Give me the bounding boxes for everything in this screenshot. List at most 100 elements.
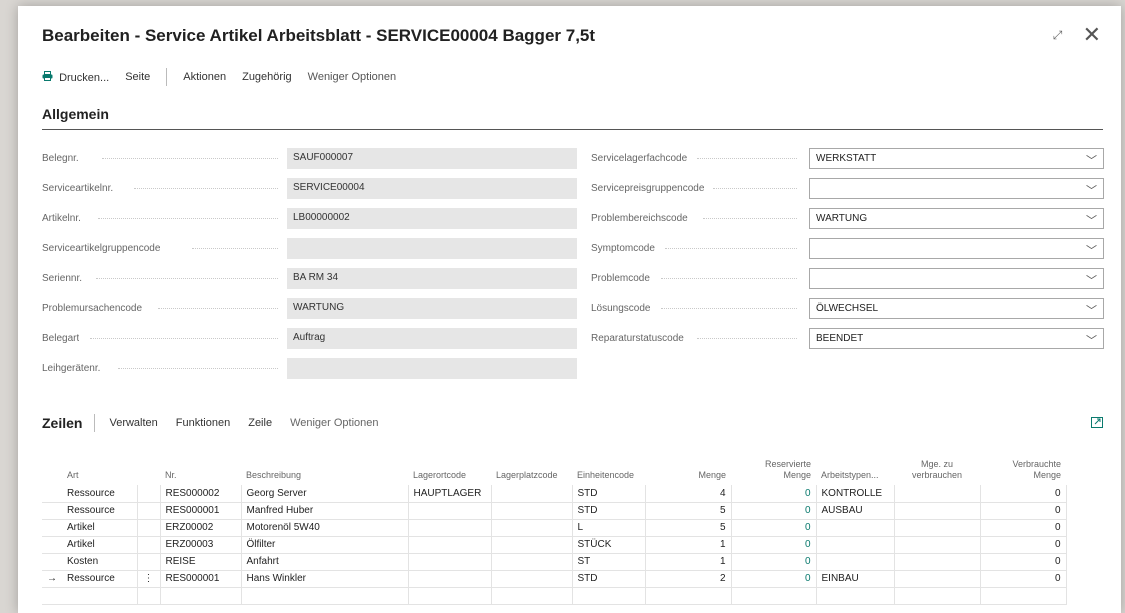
col-header-mge-zu-verbrauchen[interactable]: Mge. zu verbrauchen [894, 457, 980, 485]
cell-lagerortcode[interactable] [408, 536, 492, 554]
cell-verbrauchte-menge[interactable]: 0 [980, 553, 1067, 571]
cell-beschreibung[interactable]: Georg Server [241, 485, 409, 503]
col-header-einheitencode[interactable]: Einheitencode [572, 457, 645, 485]
row-menu-icon[interactable]: ⋮ [137, 570, 161, 588]
cell-verbrauchte-menge[interactable]: 0 [980, 485, 1067, 503]
cell-beschreibung[interactable]: Hans Winkler [241, 570, 409, 588]
col-header-lagerplatzcode[interactable]: Lagerplatzcode [491, 457, 572, 485]
cell-arbeitstyp[interactable] [816, 536, 895, 554]
cell-reservierte-menge[interactable]: 0 [731, 485, 817, 503]
cell-mge-zu-verbrauchen[interactable] [894, 553, 981, 571]
cell-einheitencode[interactable]: STD [572, 502, 646, 520]
cell-mge-zu-verbrauchen[interactable] [894, 485, 981, 503]
cell-verbrauchte-menge[interactable]: 0 [980, 536, 1067, 554]
table-row[interactable]: Artikel ERZ00003 Ölfilter STÜCK 1 0 0 [42, 536, 1067, 554]
cell-menge[interactable]: 5 [645, 502, 732, 520]
cell-arbeitstyp[interactable]: KONTROLLE [816, 485, 895, 503]
cell-menge[interactable]: 2 [645, 570, 732, 588]
cell-einheitencode[interactable]: STÜCK [572, 536, 646, 554]
cell-verbrauchte-menge[interactable]: 0 [980, 519, 1067, 537]
cell-lagerplatzcode[interactable] [491, 570, 573, 588]
loesungscode-dropdown[interactable]: ÖLWECHSEL ﹀ [809, 297, 1104, 319]
cell-menge[interactable]: 4 [645, 485, 732, 503]
servicepreisgruppencode-dropdown[interactable]: ﹀ [809, 177, 1104, 199]
cell-mge-zu-verbrauchen[interactable] [894, 519, 981, 537]
cell-lagerortcode[interactable] [408, 502, 492, 520]
cell-arbeitstyp[interactable] [816, 553, 895, 571]
cell-nr[interactable]: RES000001 [160, 570, 242, 588]
cell-verbrauchte-menge[interactable]: 0 [980, 502, 1067, 520]
cell-arbeitstyp[interactable]: AUSBAU [816, 502, 895, 520]
cell-mge-zu-verbrauchen[interactable] [894, 502, 981, 520]
cell-lagerortcode[interactable] [408, 570, 492, 588]
cell-einheitencode[interactable]: STD [572, 570, 646, 588]
cell-nr[interactable]: ERZ00003 [160, 536, 242, 554]
cell-reservierte-menge[interactable]: 0 [731, 502, 817, 520]
cell-art[interactable]: Ressource [62, 485, 138, 503]
cell-arbeitstyp[interactable]: EINBAU [816, 570, 895, 588]
cell-reservierte-menge[interactable]: 0 [731, 570, 817, 588]
cell-verbrauchte-menge[interactable]: 0 [980, 570, 1067, 588]
print-button[interactable]: Drucken... [42, 70, 109, 84]
table-row[interactable]: Artikel ERZ00002 Motorenöl 5W40 L 5 0 0 [42, 519, 1067, 537]
table-row[interactable]: Ressource RES000001 Manfred Huber STD 5 … [42, 502, 1067, 520]
problemcode-dropdown[interactable]: ﹀ [809, 267, 1104, 289]
lines-menu-weniger-optionen[interactable]: Weniger Optionen [290, 417, 378, 429]
table-row[interactable]: Kosten REISE Anfahrt ST 1 0 0 [42, 553, 1067, 571]
cell-menge[interactable]: 1 [645, 536, 732, 554]
table-row-active[interactable]: → Ressource ⋮ RES000001 Hans Winkler STD… [42, 570, 1067, 588]
cell-beschreibung[interactable]: Ölfilter [241, 536, 409, 554]
cell-einheitencode[interactable]: ST [572, 553, 646, 571]
col-header-lagerortcode[interactable]: Lagerortcode [408, 457, 491, 485]
symptomcode-dropdown[interactable]: ﹀ [809, 237, 1104, 259]
cell-mge-zu-verbrauchen[interactable] [894, 570, 981, 588]
cell-nr[interactable]: RES000001 [160, 502, 242, 520]
cell-nr[interactable]: RES000002 [160, 485, 242, 503]
table-row[interactable]: Ressource RES000002 Georg Server HAUPTLA… [42, 485, 1067, 503]
close-icon[interactable]: ✕ [1083, 24, 1101, 46]
col-header-beschreibung[interactable]: Beschreibung [241, 457, 408, 485]
cell-art[interactable]: Artikel [62, 519, 138, 537]
cell-mge-zu-verbrauchen[interactable] [894, 536, 981, 554]
expand-icon[interactable]: ⤢ [1049, 28, 1067, 43]
col-header-art[interactable]: Art [62, 457, 137, 485]
table-row-empty[interactable] [42, 587, 1067, 605]
cell-art[interactable]: Artikel [62, 536, 138, 554]
cell-art[interactable]: Ressource [62, 502, 138, 520]
menu-aktionen[interactable]: Aktionen [183, 71, 226, 83]
col-header-menge[interactable]: Menge [645, 457, 731, 485]
lines-menu-zeile[interactable]: Zeile [248, 417, 272, 429]
menu-zugehoerig[interactable]: Zugehörig [242, 71, 292, 83]
open-in-new-window-icon[interactable] [1091, 417, 1103, 431]
cell-beschreibung[interactable]: Anfahrt [241, 553, 409, 571]
cell-lagerortcode[interactable] [408, 519, 492, 537]
cell-nr[interactable]: ERZ00002 [160, 519, 242, 537]
cell-lagerplatzcode[interactable] [491, 485, 573, 503]
cell-lagerortcode[interactable] [408, 553, 492, 571]
menu-seite[interactable]: Seite [125, 71, 150, 83]
cell-lagerplatzcode[interactable] [491, 502, 573, 520]
cell-art[interactable]: Kosten [62, 553, 138, 571]
lines-title[interactable]: Zeilen [42, 415, 82, 431]
cell-beschreibung[interactable]: Manfred Huber [241, 502, 409, 520]
problembereichscode-dropdown[interactable]: WARTUNG ﹀ [809, 207, 1104, 229]
cell-reservierte-menge[interactable]: 0 [731, 519, 817, 537]
lines-menu-funktionen[interactable]: Funktionen [176, 417, 230, 429]
cell-beschreibung[interactable]: Motorenöl 5W40 [241, 519, 409, 537]
servicelagerfachcode-dropdown[interactable]: WERKSTATT ﹀ [809, 147, 1104, 169]
col-header-arbeitstypen[interactable]: Arbeitstypen... [816, 457, 894, 485]
lines-menu-verwalten[interactable]: Verwalten [109, 417, 157, 429]
col-header-verbrauchte-menge[interactable]: Verbrauchte Menge [980, 457, 1066, 485]
cell-art[interactable]: Ressource [62, 570, 138, 588]
cell-einheitencode[interactable]: STD [572, 485, 646, 503]
cell-einheitencode[interactable]: L [572, 519, 646, 537]
cell-menge[interactable]: 5 [645, 519, 732, 537]
cell-menge[interactable]: 1 [645, 553, 732, 571]
cell-reservierte-menge[interactable]: 0 [731, 536, 817, 554]
cell-lagerplatzcode[interactable] [491, 553, 573, 571]
cell-lagerplatzcode[interactable] [491, 519, 573, 537]
cell-nr[interactable]: REISE [160, 553, 242, 571]
cell-lagerortcode[interactable]: HAUPTLAGER [408, 485, 492, 503]
menu-weniger-optionen[interactable]: Weniger Optionen [308, 71, 396, 83]
cell-reservierte-menge[interactable]: 0 [731, 553, 817, 571]
